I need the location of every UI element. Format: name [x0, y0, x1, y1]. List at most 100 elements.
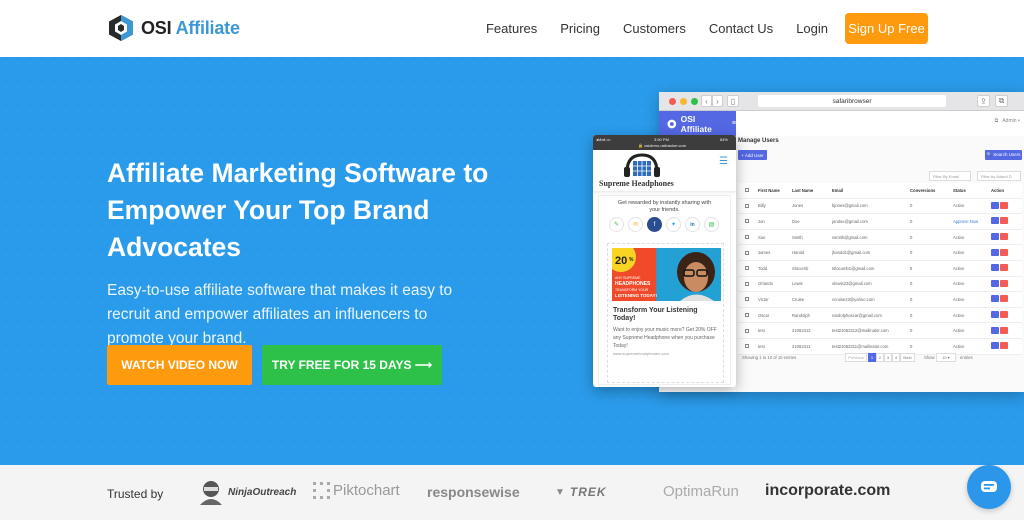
manage-users-title: Manage Users: [738, 138, 779, 144]
cell-last-name: Lewis: [792, 281, 803, 287]
row-checkbox: [745, 219, 749, 224]
edit-icon: [991, 295, 999, 303]
cell-first-name: test: [758, 343, 765, 349]
delete-icon: [1000, 233, 1008, 241]
show-label: Show: [924, 355, 935, 360]
incorporate-text: incorporate.com: [765, 482, 891, 499]
close-dot-icon: [669, 98, 676, 105]
promo-card: 20 % ANY SUPREME HEADPHONES TRANSFORM YO…: [607, 243, 724, 383]
search-users-button: 🔍 Search Users: [985, 150, 1022, 160]
try-free-button[interactable]: TRY FREE FOR 15 DAYS ⟶: [262, 345, 442, 385]
col-first-name: First Name: [758, 187, 780, 193]
cell-first-name: Billy: [758, 203, 766, 209]
logo-hexagon-icon: [109, 15, 133, 41]
edit-icon: [991, 311, 999, 319]
cell-conversions: 0: [910, 281, 913, 287]
manage-users-panel: Manage Users + Add User 🔍 Search Users F…: [736, 136, 1024, 392]
cell-last-name: Harold: [792, 250, 805, 256]
cell-first-name: Orlando: [758, 281, 773, 287]
logo-trek: ▼ TREK: [555, 485, 607, 499]
browser-toolbar: ‹ › ▯ safaribrowser ⇪ ⧉: [659, 92, 1024, 111]
share-card: Get rewarded by instantly sharing with y…: [598, 195, 731, 385]
piktochart-text: Piktochart: [333, 482, 400, 499]
cell-first-name: Todd: [758, 265, 768, 271]
cell-conversions: 0: [910, 343, 913, 349]
trusted-by-bar: Trusted by NinjaOutreach Piktochart resp…: [0, 465, 1024, 520]
table-header: First Name Last Name Email Conversions S…: [738, 183, 1022, 199]
share-email-icon: ✉: [628, 217, 643, 232]
cell-action: [991, 295, 1009, 303]
delete-icon: [1000, 326, 1008, 334]
edit-icon: [991, 248, 999, 256]
table-row: Victor Cruise vcruise23@yahoo.com 0 Active: [738, 292, 1022, 308]
edit-icon: [991, 201, 999, 209]
cell-last-name: Jones: [792, 203, 804, 209]
col-last-name: Last Name: [792, 187, 814, 193]
watch-video-button[interactable]: WATCH VIDEO NOW: [107, 345, 252, 385]
cell-conversions: 5: [910, 265, 913, 271]
cell-status: Active: [953, 328, 965, 334]
logo-text: OSI Affiliate: [141, 18, 240, 39]
cell-last-name: Cruise: [792, 296, 805, 302]
nav-pricing[interactable]: Pricing: [560, 14, 600, 44]
row-checkbox: [745, 313, 749, 318]
filter-added-input: Filter by Added D: [977, 171, 1021, 181]
phone-battery: 84%: [719, 137, 728, 142]
logo-osi: OSI: [141, 17, 172, 38]
delete-icon: [1000, 342, 1008, 350]
hamburger-menu-icon: ☰: [719, 156, 728, 167]
cell-action: [991, 342, 1009, 350]
banner-line-2: HEADPHONES: [615, 281, 651, 287]
minimize-dot-icon: [680, 98, 687, 105]
nav-login[interactable]: Login: [796, 14, 828, 44]
row-checkbox: [745, 328, 749, 333]
nav-contact-us[interactable]: Contact Us: [709, 14, 773, 44]
cell-last-name: Doe: [792, 218, 800, 224]
nav-customers[interactable]: Customers: [623, 14, 686, 44]
phone-status-bar: ◂Mail ••• 3:50 PM 84% 🔒 osidemo.ositrack…: [593, 135, 736, 150]
banner-discount: 20: [615, 255, 628, 267]
table-row: test 21062312 test21062312@mailinator.com 0…: [738, 323, 1022, 339]
promo-title: Transform Your Listening Today!: [613, 307, 698, 322]
page-3: 3: [884, 353, 892, 362]
select-all-checkbox: [745, 188, 749, 193]
hero-subtext: Easy-to-use affiliate software that make…: [107, 282, 453, 347]
woman-with-glasses-image: [677, 252, 715, 301]
page-previous: Previous: [845, 353, 867, 362]
trusted-by-label: Trusted by: [107, 487, 164, 501]
logo[interactable]: OSI Affiliate: [108, 14, 240, 42]
nav-features[interactable]: Features: [486, 14, 537, 44]
admin-app-title: OSI Affiliate: [680, 113, 712, 134]
maximize-dot-icon: [691, 98, 698, 105]
table-row: Billy Jones bjones@gmail.com 0 Active: [738, 199, 1022, 215]
share-document-icon: ▤: [704, 217, 719, 232]
cell-status: Active: [953, 312, 965, 318]
table-row: Jon Doe jondoe@gmail.com 0 Approve Now: [738, 214, 1022, 230]
cell-first-name: test: [758, 328, 765, 334]
delete-icon: [1000, 311, 1008, 319]
trek-text: TREK: [569, 485, 607, 499]
delete-icon: [1000, 264, 1008, 272]
responsewise-text: responsewise: [427, 484, 520, 500]
page-4: 4: [892, 353, 900, 362]
cell-first-name: James: [758, 250, 771, 256]
cell-status: Active: [953, 234, 965, 240]
share-facebook-icon: f: [647, 217, 662, 232]
piktochart-icon: [313, 482, 330, 499]
edit-icon: [991, 217, 999, 225]
cell-status: Active: [953, 281, 965, 287]
cell-status: Active: [953, 203, 965, 209]
entries-select: 10 ▾: [936, 353, 956, 362]
sign-up-free-button[interactable]: Sign Up Free: [845, 13, 928, 44]
edit-icon: [991, 233, 999, 241]
table-row: James Harold jharold1@gmail.com 0 Active: [738, 245, 1022, 261]
row-checkbox: [745, 266, 749, 271]
cell-conversions: 0: [910, 328, 913, 334]
share-link-icon: ✎: [609, 217, 624, 232]
phone-url: 🔒 osidemo.ositracker.com: [638, 143, 687, 148]
chat-bubble-icon: [981, 481, 997, 492]
chat-widget-button[interactable]: [967, 465, 1011, 509]
optimarun-text: OptimaRun: [663, 483, 739, 500]
cell-status: Active: [953, 343, 965, 349]
cell-email: tslocumb1@gmail.com: [832, 265, 875, 271]
